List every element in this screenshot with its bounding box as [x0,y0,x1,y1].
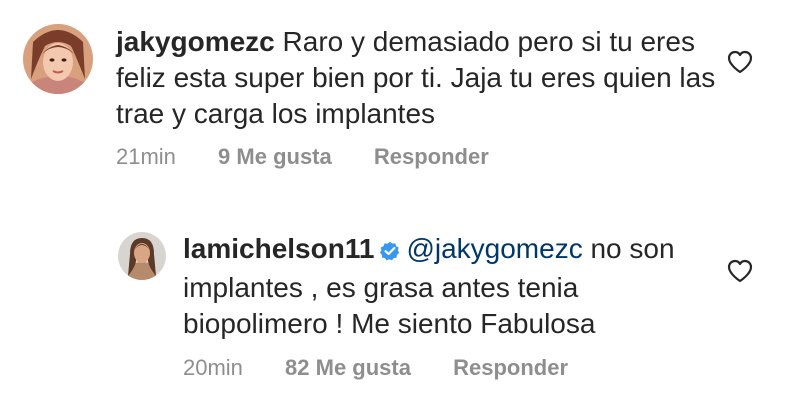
comment-text: jakygomezc Raro y demasiado pero si tu e… [116,24,726,132]
comment-meta: 20min 82 Me gusta Responder [183,355,604,381]
avatar-image [118,232,166,280]
comment-time: 20min [183,355,243,380]
heart-outline-icon[interactable] [727,50,753,79]
avatar-image [23,24,93,94]
likes-count[interactable]: 9 Me gusta [218,144,332,169]
avatar[interactable] [23,24,93,94]
comment-username[interactable]: jakygomezc [116,26,275,57]
likes-count[interactable]: 82 Me gusta [285,355,411,380]
avatar[interactable] [118,232,166,280]
mention-link[interactable]: @jakygomezc [406,233,582,264]
reply-button[interactable]: Responder [453,355,568,380]
heart-outline-icon[interactable] [727,259,753,288]
comment-meta: 21min 9 Me gusta Responder [116,144,525,170]
comment-time: 21min [116,144,176,169]
verified-badge-icon [380,234,400,270]
comment-text: lamichelson11 @jakygomezc no son implante… [183,231,723,342]
comment-username[interactable]: lamichelson11 [183,233,374,264]
reply-button[interactable]: Responder [374,144,489,169]
